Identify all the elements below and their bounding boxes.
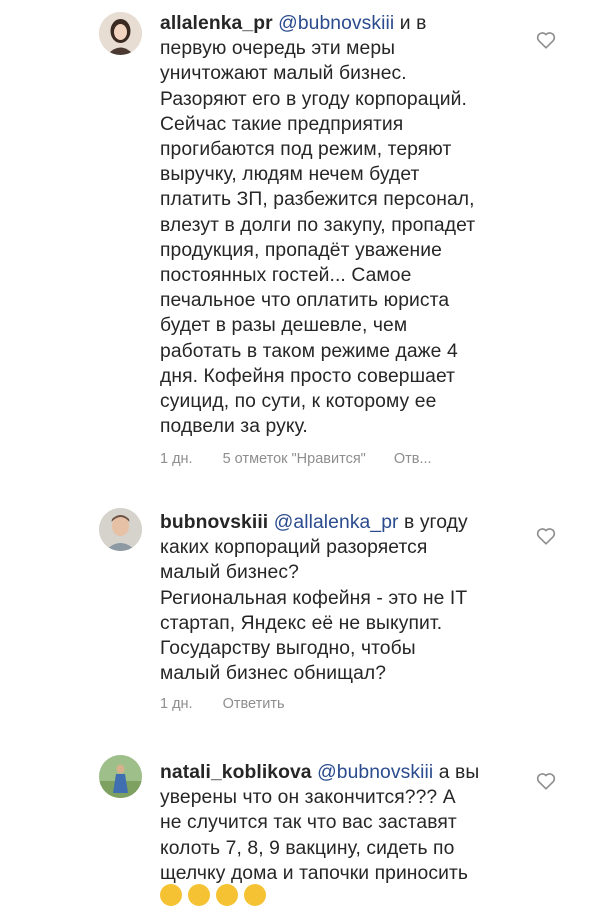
emoji-row xyxy=(160,884,272,911)
grinning-sweat-emoji-icon xyxy=(160,884,182,906)
comment-text-line: Сейчас такие предприятия xyxy=(160,113,404,135)
comment-text-line: работать в таком режиме даже 4 xyxy=(160,340,458,362)
comment-text-line: малый бизнес? xyxy=(160,562,299,584)
comment-text-line: не случится так что вас заставят xyxy=(160,812,457,834)
comment-text-line: малый бизнес обнищал? xyxy=(160,663,387,685)
heart-outline-icon[interactable] xyxy=(536,31,556,49)
comment-likes-count[interactable]: 5 отметок "Нравится" xyxy=(223,451,366,467)
avatar-image xyxy=(99,755,142,798)
comment-mention[interactable]: @allalenka_pr xyxy=(274,512,399,533)
comment-text-line: Региональная кофейня - это не IT xyxy=(160,587,468,609)
comment-username[interactable]: natali_koblikova xyxy=(160,762,312,783)
comment-text-line: а вы xyxy=(433,762,480,783)
comment-text-line: будет в разы дешевле, чем xyxy=(160,315,408,337)
comment-username[interactable]: allalenka_pr xyxy=(160,13,273,34)
comment-text-line: Государству выгодно, чтобы xyxy=(160,638,416,660)
comment-time: 1 дн. xyxy=(160,451,193,467)
comment-text-line: уверены что он закончится??? А xyxy=(160,787,456,809)
comment-text-line: Разоряют его в угоду корпораций. xyxy=(160,88,467,110)
comment-text-line: постоянных гостей... Самое xyxy=(160,265,412,287)
comment-body: allalenka_pr @bubnovskiii и в первую оче… xyxy=(160,11,510,439)
comment-text-line: первую очередь эти меры xyxy=(160,38,396,60)
comment-username[interactable]: bubnovskiii xyxy=(160,512,268,533)
comment-body: natali_koblikova @bubnovskiii а вы увере… xyxy=(160,760,510,886)
avatar-image xyxy=(99,12,142,55)
avatar-natali[interactable] xyxy=(99,755,142,798)
comment-text-line: продукция, пропадёт уважение xyxy=(160,239,442,261)
comment-text-line: колоть 7, 8, 9 вакцину, сидеть по xyxy=(160,837,455,859)
comment-text-line: влезут в долги по закупу, пропадет xyxy=(160,214,476,236)
comment-mention[interactable]: @bubnovskiii xyxy=(317,762,433,783)
comment-meta: 1 дн. 5 отметок "Нравится" Отв... xyxy=(160,451,432,467)
comment-text-line: выручку, людям нечем будет xyxy=(160,164,420,186)
comment-text-line: суицид, по сути, к которому ее xyxy=(160,391,437,413)
comment-mention[interactable]: @bubnovskiii xyxy=(278,13,394,34)
heart-outline-icon[interactable] xyxy=(536,527,556,545)
comment-text-line: печальное что оплатить юриста xyxy=(160,290,450,312)
heart-outline-icon[interactable] xyxy=(536,772,556,790)
comment-text-line: платить ЗП, разбежится персонал, xyxy=(160,189,475,211)
comment-text-line: уничтожают малый бизнес. xyxy=(160,63,407,85)
comment-text-line: стартап, Яндекс её не выкупит. xyxy=(160,612,443,634)
grinning-sweat-emoji-icon xyxy=(216,884,238,906)
comment-text-line: в угоду xyxy=(398,512,468,533)
avatar-allalenka[interactable] xyxy=(99,12,142,55)
comment-text-line: прогибаются под режим, теряют xyxy=(160,139,452,161)
comment-text-line: и в xyxy=(394,13,427,34)
comment-time: 1 дн. xyxy=(160,696,193,712)
avatar-bubnovskiii[interactable] xyxy=(99,508,142,551)
reply-button[interactable]: Отв... xyxy=(394,451,432,467)
avatar-image xyxy=(99,508,142,551)
grinning-sweat-emoji-icon xyxy=(188,884,210,906)
comment-text-line: щелчку дома и тапочки приносить xyxy=(160,862,469,884)
comment-text-line: дня. Кофейня просто совершает xyxy=(160,365,456,387)
comment-meta: 1 дн. Ответить xyxy=(160,696,285,712)
grinning-sweat-emoji-icon xyxy=(244,884,266,906)
comment-text-line: каких корпораций разоряется xyxy=(160,537,428,559)
comment-body: bubnovskiii @allalenka_pr в угоду каких … xyxy=(160,510,510,686)
comment-text-line: подвели за руку. xyxy=(160,416,308,438)
reply-button[interactable]: Ответить xyxy=(223,696,285,712)
